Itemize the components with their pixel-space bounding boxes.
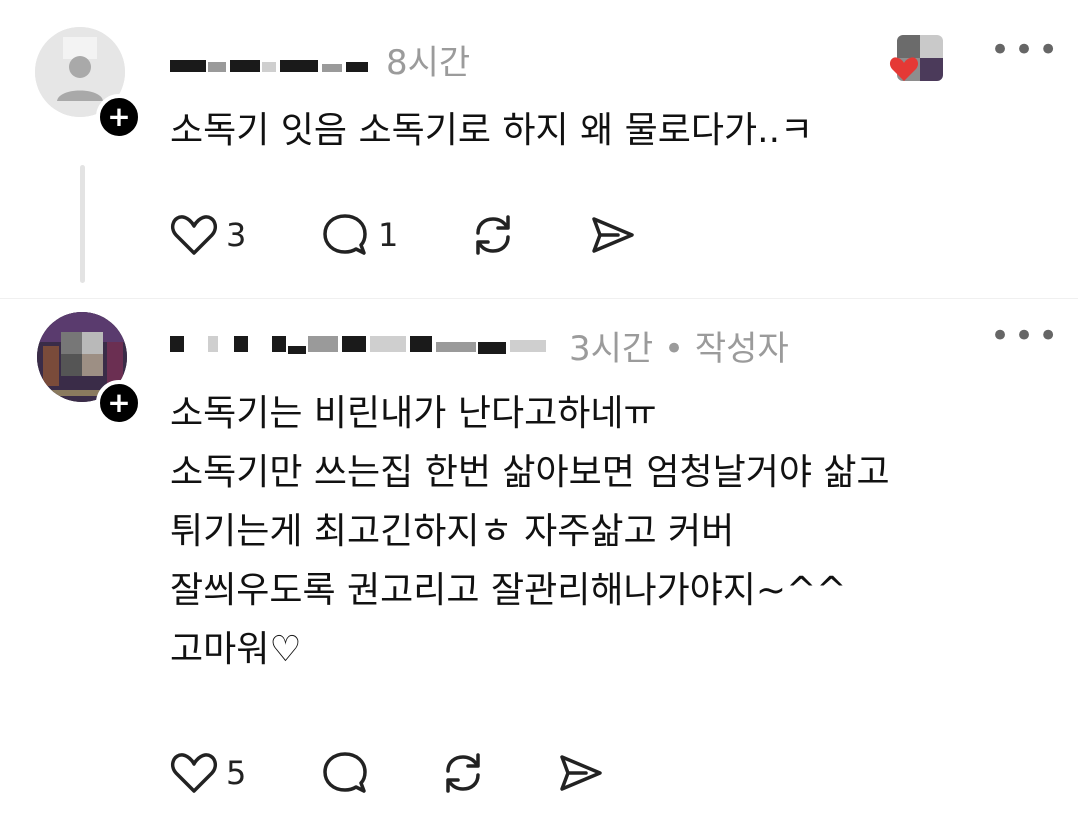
username-redacted[interactable] bbox=[170, 336, 570, 356]
action-bar: 3 1 bbox=[170, 205, 670, 265]
comment-text: 소독기는 비린내가 난다고하네ㅠ 소독기만 쓰는집 한번 삶아보면 엄청날거야 … bbox=[170, 384, 890, 679]
timestamp: 3시간 bbox=[569, 329, 654, 369]
comment-icon bbox=[323, 214, 367, 255]
share-button[interactable] bbox=[588, 205, 638, 265]
comment-line: 튀기는게 최고긴하지ㅎ 자주삶고 커버 bbox=[170, 511, 735, 552]
timestamp-row: 3시간 • 작성자 bbox=[569, 321, 789, 370]
author-tag: 작성자 bbox=[694, 329, 789, 369]
comment-post: + 3시간 • 작성자 ••• 소독기는 비린내가 난다고하네ㅠ 소독기만 쓰는… bbox=[0, 300, 1078, 830]
share-icon bbox=[560, 755, 602, 791]
like-count: 5 bbox=[226, 754, 247, 792]
comment-line: 고마워♡ bbox=[170, 629, 302, 670]
repost-icon bbox=[446, 753, 480, 793]
comment-icon bbox=[323, 752, 367, 793]
comment-line: 소독기는 비린내가 난다고하네ㅠ bbox=[170, 393, 657, 434]
comment-line: 잘씌우도록 권고리고 잘관리해나가야지~^^ bbox=[170, 570, 847, 611]
heart-icon bbox=[171, 215, 217, 255]
reply-count: 1 bbox=[378, 216, 399, 254]
comment-line: 소독기 잇음 소독기로 하지 왜 물로다가..ㅋ bbox=[170, 110, 814, 151]
like-button[interactable]: 3 bbox=[170, 205, 246, 265]
timestamp: 8시간 bbox=[386, 43, 471, 83]
heart-icon bbox=[171, 753, 217, 793]
like-button[interactable]: 5 bbox=[170, 743, 246, 803]
thread-line bbox=[80, 165, 85, 283]
comment-text: 소독기 잇음 소독기로 하지 왜 물로다가..ㅋ bbox=[170, 101, 813, 160]
follow-plus-icon[interactable]: + bbox=[96, 380, 142, 426]
reply-button[interactable] bbox=[320, 743, 370, 803]
more-icon[interactable]: ••• bbox=[990, 316, 1062, 356]
repost-button[interactable] bbox=[438, 743, 488, 803]
follow-plus-icon[interactable]: + bbox=[96, 94, 142, 140]
repost-button[interactable] bbox=[468, 205, 518, 265]
comment-post: + 8시간 ••• 소독기 잇음 소독기로 하지 왜 물로다가..ㅋ 3 1 bbox=[0, 0, 1078, 300]
share-button[interactable] bbox=[556, 743, 606, 803]
meta-separator: • bbox=[664, 329, 685, 369]
reply-button[interactable]: 1 bbox=[320, 205, 398, 265]
divider bbox=[0, 298, 1078, 299]
more-icon[interactable]: ••• bbox=[990, 30, 1062, 70]
comment-line: 소독기만 쓰는집 한번 삶아보면 엄청날거야 삶고 bbox=[170, 452, 890, 493]
username-redacted[interactable] bbox=[170, 60, 375, 74]
like-count: 3 bbox=[226, 216, 247, 254]
repost-icon bbox=[476, 215, 510, 255]
action-bar: 5 bbox=[170, 743, 640, 803]
share-icon bbox=[592, 217, 634, 253]
like-heart-icon bbox=[889, 57, 919, 81]
